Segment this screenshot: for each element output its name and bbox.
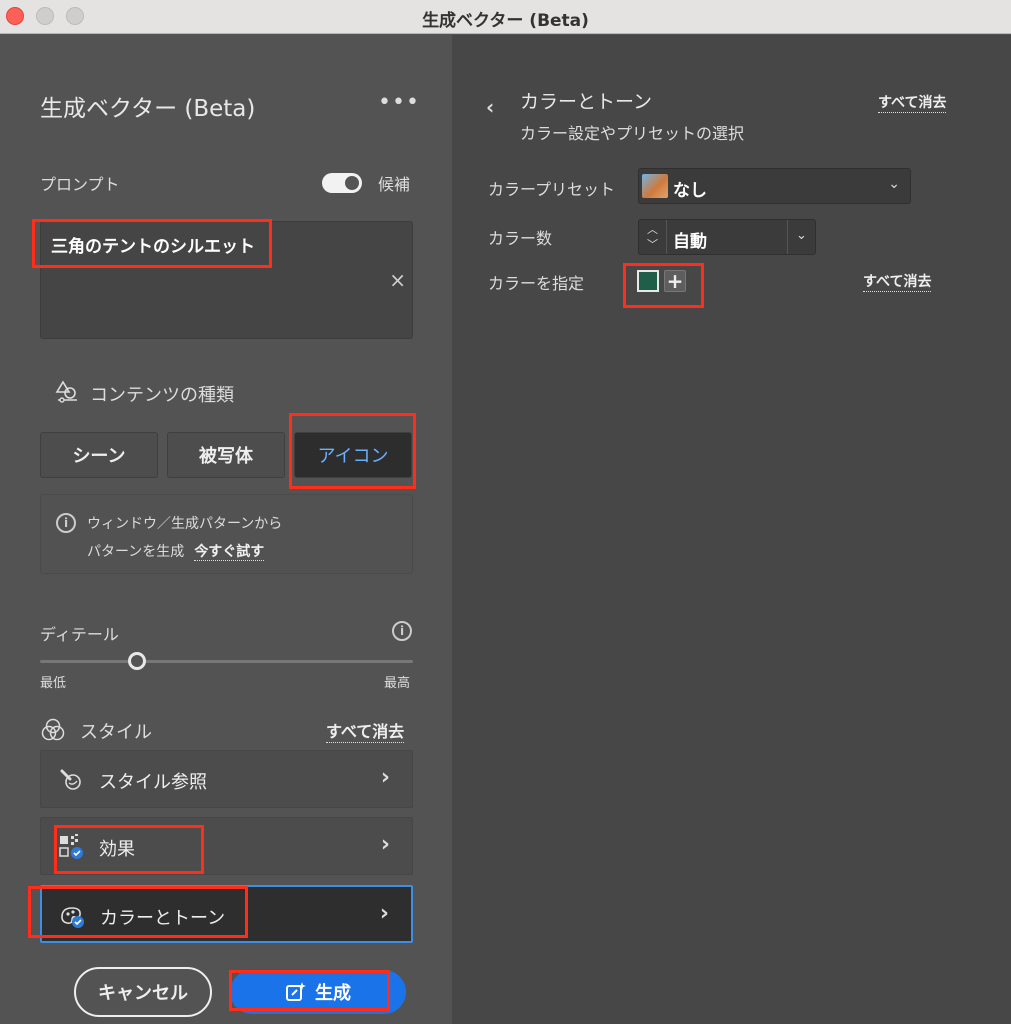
color-count-label: カラー数: [488, 229, 553, 248]
color-tone-title: カラーとトーン: [520, 91, 653, 113]
generate-icon: [286, 982, 306, 1001]
color-tone-panel: ‹ カラーとトーン カラー設定やプリセットの選択 すべて消去 カラープリセット …: [452, 35, 1011, 1024]
try-now-link[interactable]: 今すぐ試す: [194, 544, 265, 561]
content-type-icon-option[interactable]: アイコン: [294, 432, 412, 478]
content-type-icon: [55, 380, 77, 403]
color-swatch[interactable]: [637, 270, 659, 292]
ellipsis-icon[interactable]: •••: [378, 92, 420, 114]
cancel-button[interactable]: キャンセル: [74, 967, 212, 1017]
effects-label: 効果: [99, 839, 135, 860]
color-preset-value: なし: [673, 181, 707, 201]
detail-min-label: 最低: [40, 676, 67, 691]
color-tone-clear-all-link[interactable]: すべて消去: [878, 92, 947, 113]
style-label: スタイル: [80, 722, 152, 743]
preset-thumbnail: [642, 174, 668, 198]
info-icon: i: [56, 513, 76, 533]
detail-info-icon[interactable]: i: [392, 621, 412, 641]
content-type-subject[interactable]: 被写体: [167, 432, 285, 478]
suggestions-toggle[interactable]: [322, 173, 362, 193]
suggestions-label: 候補: [378, 175, 411, 194]
toggle-knob: [345, 176, 359, 190]
content-type-scene[interactable]: シーン: [40, 432, 158, 478]
color-tone-subtitle: カラー設定やプリセットの選択: [520, 124, 745, 143]
specify-color-clear-all-link[interactable]: すべて消去: [863, 271, 932, 292]
chevron-right-icon: ›: [379, 901, 389, 926]
color-tone-row[interactable]: カラーとトーン ›: [40, 885, 413, 943]
detail-slider-track[interactable]: [40, 660, 413, 663]
color-count-dropdown[interactable]: ︿ ﹀ 自動 ⌄: [638, 219, 816, 255]
back-chevron-icon[interactable]: ‹: [486, 95, 494, 119]
chevron-right-icon: ›: [380, 765, 390, 790]
content-type-label: コンテンツの種類: [90, 385, 234, 406]
info-text-line2-text: パターンを生成: [87, 544, 185, 560]
style-icon: [41, 718, 65, 741]
color-preset-label: カラープリセット: [488, 180, 616, 199]
chevron-down-icon: ⌄: [888, 176, 900, 192]
chevron-down-icon[interactable]: ⌄: [787, 220, 815, 254]
color-count-value: 自動: [673, 232, 707, 252]
add-color-button[interactable]: +: [664, 270, 686, 292]
clear-prompt-icon[interactable]: ×: [389, 268, 406, 292]
pattern-info-box: i ウィンドウ／生成パターンから パターンを生成 今すぐ試す: [40, 494, 413, 574]
color-tone-label: カラーとトーン: [100, 908, 226, 929]
generate-button[interactable]: 生成: [230, 970, 406, 1014]
specify-color-label: カラーを指定: [488, 274, 585, 293]
title-bar: 生成ベクター (Beta): [0, 0, 1011, 34]
effects-row[interactable]: 効果 ›: [40, 817, 413, 875]
style-reference-row[interactable]: スタイル参照 ›: [40, 750, 413, 808]
style-reference-icon: [60, 769, 81, 790]
detail-max-label: 最高: [384, 676, 411, 691]
style-clear-all-link[interactable]: すべて消去: [326, 718, 405, 743]
chevron-right-icon: ›: [380, 832, 390, 857]
color-preset-dropdown[interactable]: なし ⌄: [638, 168, 911, 204]
detail-label: ディテール: [40, 625, 119, 644]
effects-icon: [59, 834, 83, 859]
generative-vector-panel: 生成ベクター (Beta) ••• プロンプト 候補 三角のテントのシルエット …: [0, 35, 452, 1024]
prompt-text[interactable]: 三角のテントのシルエット: [51, 232, 255, 257]
info-text-line1: ウィンドウ／生成パターンから: [87, 516, 283, 532]
color-count-stepper[interactable]: ︿ ﹀: [639, 220, 667, 254]
detail-slider-thumb[interactable]: [127, 652, 146, 670]
style-reference-label: スタイル参照: [99, 772, 207, 793]
window-title: 生成ベクター (Beta): [422, 11, 589, 31]
prompt-input[interactable]: 三角のテントのシルエット ×: [40, 221, 413, 339]
info-text-line2: パターンを生成 今すぐ試す: [87, 541, 265, 561]
prompt-label: プロンプト: [40, 175, 120, 194]
panel-title: 生成ベクター (Beta): [40, 96, 256, 122]
color-tone-icon: [61, 907, 84, 928]
generate-label: 生成: [315, 983, 351, 1004]
